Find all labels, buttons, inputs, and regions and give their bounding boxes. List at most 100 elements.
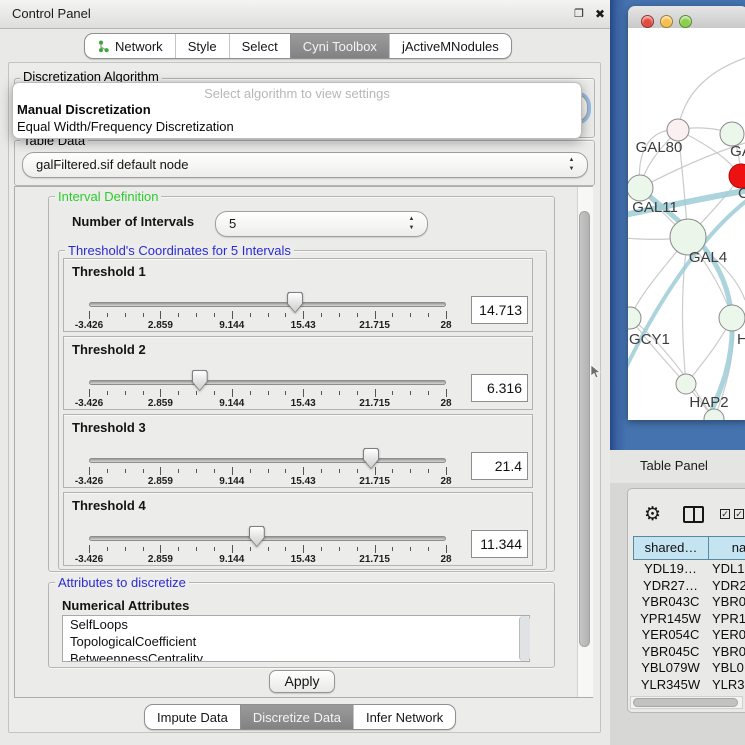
list-scrollbar[interactable] [519,616,530,661]
split-columns-icon[interactable] [683,506,704,523]
scale-tick [125,391,126,395]
slider-track[interactable] [89,458,446,463]
scale-tick [428,547,429,551]
threshold-slider[interactable]: -3.4262.8599.14415.4321.71528 [89,337,446,411]
cell-name[interactable]: YLR3 [712,677,745,694]
tab-label: Style [188,39,217,54]
number-of-intervals-combobox[interactable]: 5 ▲▼ [215,211,428,237]
close-icon[interactable]: ✖ [593,7,607,21]
slider-handle[interactable] [287,292,303,313]
attribute-item[interactable]: BetweennessCentrality [63,650,529,662]
scale-label: 15.43 [291,476,316,487]
network-node[interactable] [719,305,745,331]
tab-impute-data[interactable]: Impute Data [145,705,240,729]
scale-tick [375,311,376,319]
tab-network[interactable]: Network [85,34,175,58]
scale-label: 21.715 [359,554,390,565]
threshold-value-field[interactable]: 14.713 [471,296,528,324]
scale-tick [375,545,376,553]
cell-name[interactable]: YBL0 [712,660,744,677]
slider-handle[interactable] [192,370,208,391]
apply-button[interactable]: Apply [269,670,335,693]
mac-close-icon[interactable] [641,15,654,28]
spinner-arrows-icon[interactable]: ▲▼ [567,156,576,174]
tab-discretize-data[interactable]: Discretize Data [240,705,353,729]
tab-style[interactable]: Style [175,34,229,58]
float-window-icon[interactable]: ❐ [572,7,586,21]
scale-tick [392,391,393,395]
table-row[interactable]: YPR145WYPR1 [633,611,745,628]
cell-name[interactable]: YBR0 [712,594,745,611]
threshold-slider[interactable]: -3.4262.8599.14415.4321.71528 [89,259,446,333]
table-data-combobox[interactable]: galFiltered.sif default node ▲▼ [22,152,588,178]
cell-shared-name[interactable]: YLR345W [633,677,708,694]
checkbox-icon[interactable]: ✓ [720,509,730,519]
scale-tick [232,467,233,475]
slider-track[interactable] [89,302,446,307]
table-row[interactable]: YDL19…YDL1 [633,561,745,578]
scrollbar-thumb[interactable] [633,698,738,707]
table-row[interactable]: YBL079WYBL0 [633,660,745,677]
slider-track[interactable] [89,380,446,385]
network-node[interactable] [628,175,653,201]
node-table[interactable]: YDL19…YDL1YDR27…YDR2YBR043CYBR0YPR145WYP… [633,561,745,696]
cell-shared-name[interactable]: YBR043C [633,594,708,611]
tab-cyni-toolbox[interactable]: Cyni Toolbox [290,34,389,58]
cell-shared-name[interactable]: YDL19… [633,561,708,578]
table-row[interactable]: YBR045CYBR0 [633,644,745,661]
numerical-attributes-list[interactable]: SelfLoopsTopologicalCoefficientBetweenne… [62,615,530,662]
dropdown-option-equal-width[interactable]: Equal Width/Frequency Discretization [17,119,577,135]
scale-tick [392,547,393,551]
cell-name[interactable]: YDL1 [712,561,745,578]
network-view-window[interactable]: GAL80GACGAL11GAL4GCY1HHAP2 [628,6,745,420]
dropdown-option-manual[interactable]: Manual Discretization [17,102,577,118]
gear-icon[interactable]: ⚙ [644,503,661,526]
slider-handle[interactable] [249,526,265,547]
network-node[interactable] [667,119,689,141]
attribute-item[interactable]: SelfLoops [63,616,529,633]
cell-shared-name[interactable]: YPR145W [633,611,708,628]
threshold-value-field[interactable]: 6.316 [471,374,528,402]
threshold-slider[interactable]: -3.4262.8599.14415.4321.71528 [89,493,446,567]
attribute-item[interactable]: TopologicalCoefficient [63,633,529,650]
tab-infer-network[interactable]: Infer Network [353,705,455,729]
cell-shared-name[interactable]: YBR045C [633,644,708,661]
network-canvas[interactable]: GAL80GACGAL11GAL4GCY1HHAP2 [628,28,745,420]
network-edge[interactable] [683,237,689,384]
threshold-panel: Threshold 3 -3.4262.8599.14415.4321.7152… [63,414,533,488]
scale-tick [125,313,126,317]
spinner-arrows-icon[interactable]: ▲▼ [407,215,416,233]
tab-select[interactable]: Select [229,34,290,58]
scrollbar-thumb[interactable] [579,211,590,647]
slider-handle[interactable] [363,448,379,469]
scale-tick [196,547,197,551]
column-header-shared[interactable]: shared… [633,536,709,560]
cell-shared-name[interactable]: YBL079W [633,660,708,677]
mouse-cursor [590,365,602,379]
network-edge[interactable] [678,58,745,130]
cell-name[interactable]: YBR0 [712,644,745,661]
slider-track[interactable] [89,536,446,541]
table-row[interactable]: YER054CYER0 [633,627,745,644]
cell-shared-name[interactable]: YDR27… [633,578,708,595]
cell-shared-name[interactable]: YER054C [633,627,708,644]
table-row[interactable]: YDR27…YDR2 [633,578,745,595]
threshold-slider[interactable]: -3.4262.8599.14415.4321.71528 [89,415,446,489]
cell-name[interactable]: YPR1 [712,611,745,628]
checkbox-icon[interactable]: ✓ [734,509,744,519]
network-edge[interactable] [630,318,686,384]
mac-zoom-icon[interactable] [679,15,692,28]
scale-label: -3.426 [75,320,103,331]
mac-minimize-icon[interactable] [660,15,673,28]
network-node[interactable] [676,374,696,394]
table-row[interactable]: YLR345WYLR3 [633,677,745,694]
threshold-value-field[interactable]: 11.344 [471,530,528,558]
cell-name[interactable]: YER0 [712,627,745,644]
network-window-titlebar[interactable] [628,6,745,29]
column-header-name[interactable]: na [708,536,745,560]
table-row[interactable]: YBR043CYBR0 [633,594,745,611]
threshold-value-field[interactable]: 21.4 [471,452,528,480]
cell-name[interactable]: YDR2 [712,578,745,595]
tab-label: Discretize Data [253,710,341,725]
tab-jactivemnodules[interactable]: jActiveMNodules [389,34,511,58]
